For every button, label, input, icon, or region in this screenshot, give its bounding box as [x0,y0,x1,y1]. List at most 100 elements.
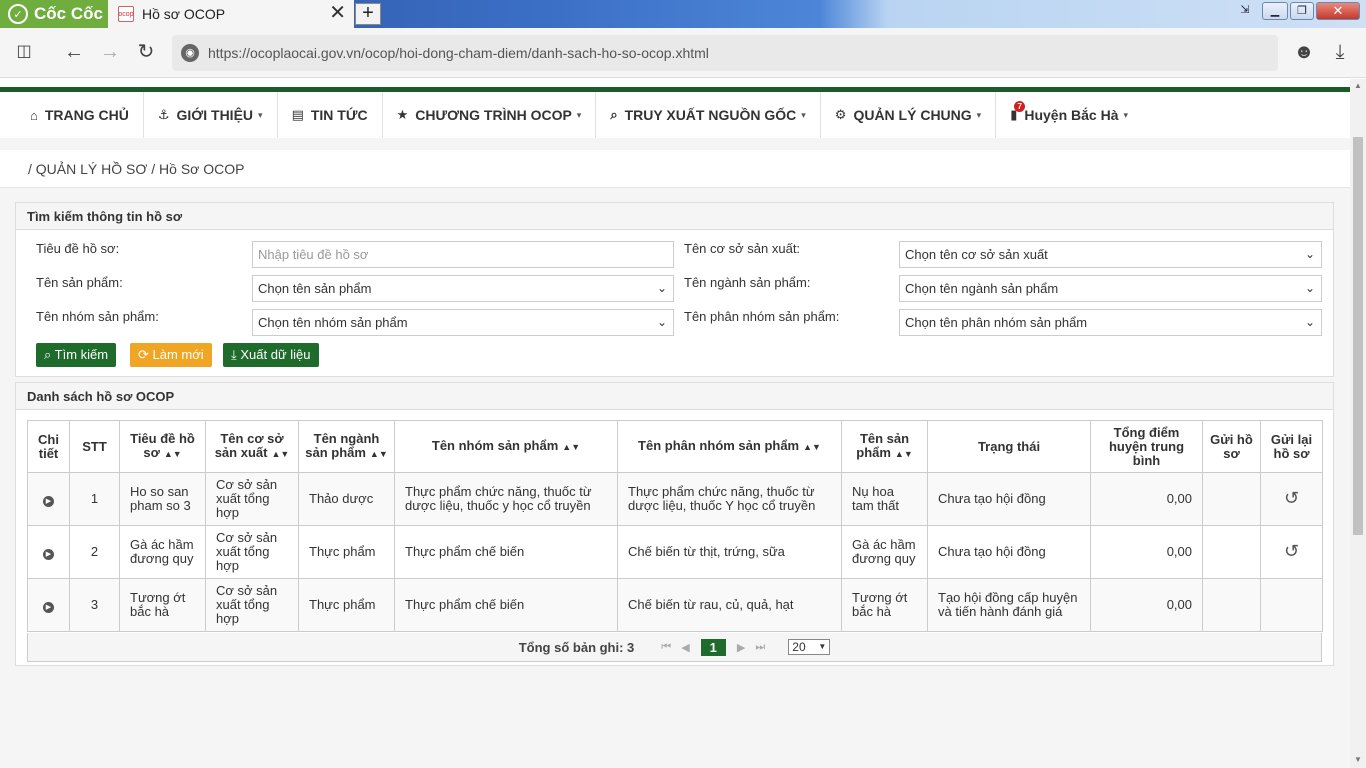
col-header-title[interactable]: Tiêu đề hồ sơ ▲▼ [119,420,206,473]
detail-cell[interactable]: ▶ [27,472,70,526]
menu-item-about[interactable]: ⚓ GIỚI THIỆU ▾ [144,92,278,138]
browser-tab[interactable]: ocop Hồ sơ OCOP ✕ [108,0,354,28]
sort-icon[interactable]: ▲▼ [271,449,289,459]
col-header-group[interactable]: Tên nhóm sản phẩm ▲▼ [394,420,618,473]
subgroup-label: Tên phân nhóm sản phẩm: [684,309,840,324]
col-header-label: Tên phân nhóm sản phẩm [638,438,800,453]
sidebar-toggle-icon[interactable]: ◫ [12,40,36,64]
minimize-button[interactable]: ▁ [1262,2,1288,20]
send-cell [1202,472,1261,526]
page-scrollbar[interactable]: ▲ ▼ [1350,79,1366,768]
chevron-down-icon: ▾ [258,109,263,120]
chevron-down-icon: ⌄ [656,281,667,295]
last-page-icon[interactable]: ⏭ [755,641,765,654]
facility-label: Tên cơ sở sản xuất: [684,241,801,256]
main-menu: ⌂ TRANG CHỦ ⚓ GIỚI THIỆU ▾ ▤ TIN TỨC ★ C… [0,92,1350,138]
table-row: ▶ 1 Ho so san pham so 3 Cơ sở sản xuất t… [27,472,1323,526]
detail-cell[interactable]: ▶ [27,578,70,632]
user-label: Huyện Bắc Hà [1024,107,1119,123]
group-label: Tên nhóm sản phẩm: [36,309,159,324]
status-cell: Chưa tạo hội đồng [927,525,1091,579]
send-cell [1202,578,1261,632]
sort-icon[interactable]: ▲▼ [562,442,580,452]
facility-select-value: Chọn tên cơ sở sản xuất [905,247,1048,262]
title-input[interactable]: Nhập tiêu đề hồ sơ [252,241,674,268]
page-size-select[interactable]: 20 ▼ [788,639,831,655]
menu-item-management[interactable]: ⚙ QUẢN LÝ CHUNG ▾ [821,92,997,138]
search-panel-title: Tìm kiếm thông tin hồ sơ [16,203,1333,230]
prev-page-icon[interactable]: ◀ [681,641,689,654]
scroll-up-icon[interactable]: ▲ [1354,81,1362,90]
first-page-icon[interactable]: ⏮ [661,641,671,654]
undo-icon[interactable]: ↺ [1284,488,1299,508]
industry-select-value: Chọn tên ngành sản phẩm [905,281,1059,296]
resend-cell [1260,578,1323,632]
menu-item-home[interactable]: ⌂ TRANG CHỦ [16,92,144,138]
next-page-icon[interactable]: ▶ [737,641,745,654]
url-field[interactable]: ◉ https://ocoplaocai.gov.vn/ocop/hoi-don… [172,35,1278,71]
new-tab-button[interactable]: + [355,3,381,25]
menu-item-user[interactable]: ▮ 7 Huyện Bắc Hà ▾ [996,92,1142,138]
undo-icon[interactable]: ↺ [1284,541,1299,561]
industry-select[interactable]: Chọn tên ngành sản phẩm ⌄ [899,275,1322,302]
product-select[interactable]: Chọn tên sản phẩm ⌄ [252,275,674,302]
subgroup-cell: Chế biến từ rau, củ, quả, hạt [617,578,842,632]
subgroup-select[interactable]: Chọn tên phân nhóm sản phẩm ⌄ [899,309,1322,336]
chevron-down-icon: ⌄ [1304,281,1315,295]
chevron-down-icon: ▾ [1123,109,1129,120]
product-select-value: Chọn tên sản phẩm [258,281,372,296]
col-header-product[interactable]: Tên sản phẩm ▲▼ [841,420,928,473]
stt-cell: 3 [69,578,120,632]
back-icon[interactable]: ← [62,40,86,64]
menu-item-news[interactable]: ▤ TIN TỨC [278,92,383,138]
restore-down-icon[interactable]: ⇲ [1236,2,1254,20]
col-header-label: Tên nhóm sản phẩm [431,438,559,453]
group-select-value: Chọn tên nhóm sản phẩm [258,315,408,330]
detail-cell[interactable]: ▶ [27,525,70,579]
group-select[interactable]: Chọn tên nhóm sản phẩm ⌄ [252,309,674,336]
expand-row-icon[interactable]: ▶ [43,601,54,613]
chevron-down-icon: ▾ [576,109,582,120]
star-icon: ★ [396,107,409,122]
col-header-subgroup[interactable]: Tên phân nhóm sản phẩm ▲▼ [617,420,842,473]
reload-icon[interactable]: ↻ [134,40,158,64]
menu-item-ocop-program[interactable]: ★ CHƯƠNG TRÌNH OCOP ▾ [383,92,597,138]
total-records: Tổng số bản ghi: 3 [518,639,635,655]
col-header-status: Trạng thái [927,420,1091,473]
expand-row-icon[interactable]: ▶ [43,548,54,560]
tab-close-icon[interactable]: ✕ [329,3,346,23]
maximize-button[interactable]: ❐ [1290,2,1314,20]
reset-button[interactable]: ⟳ Làm mới [130,343,212,367]
search-button[interactable]: ⌕ Tìm kiếm [36,343,117,367]
table-row: ▶ 2 Gà ác hầm đương quy Cơ sở sản xuất t… [27,525,1323,579]
group-cell: Thực phẩm chế biến [394,525,618,579]
forward-icon[interactable]: → [98,40,122,64]
export-button-label: Xuất dữ liệu [240,347,311,362]
scrollbar-thumb[interactable] [1353,137,1363,535]
download-icon[interactable]: ⤓ [1328,40,1352,64]
sort-icon[interactable]: ▲▼ [803,442,821,452]
facility-cell: Cơ sở sản xuất tổng hợp [205,525,299,579]
subgroup-select-value: Chọn tên phân nhóm sản phẩm [905,315,1088,330]
scroll-down-icon[interactable]: ▼ [1354,755,1362,764]
menu-label: TRANG CHỦ [44,107,129,123]
menu-item-traceability[interactable]: ⌕ TRUY XUẤT NGUỒN GỐC ▾ [596,92,821,138]
score-cell: 0,00 [1090,578,1203,632]
export-button[interactable]: ⤓ Xuất dữ liệu [223,343,319,367]
sort-icon[interactable]: ▲▼ [895,449,913,459]
close-window-button[interactable]: ✕ [1316,2,1360,20]
current-page-button[interactable]: 1 [700,638,726,656]
profile-icon[interactable]: ☻ [1292,40,1316,64]
pagination: Tổng số bản ghi: 3 ⏮ ◀ 1 ▶ ⏭ 20 ▼ [27,633,1322,662]
expand-row-icon[interactable]: ▶ [43,495,54,507]
list-panel-title: Danh sách hồ sơ OCOP [16,383,1333,410]
col-header-facility[interactable]: Tên cơ sở sản xuất ▲▼ [205,420,299,473]
sort-icon[interactable]: ▲▼ [370,449,388,459]
search-icon: ⌕ [610,107,618,122]
facility-select[interactable]: Chọn tên cơ sở sản xuất ⌄ [899,241,1322,268]
browser-brand[interactable]: ✓ Cốc Cốc [0,0,108,28]
col-header-label: Gửi lại hồ sơ [1270,431,1313,461]
sort-icon[interactable]: ▲▼ [164,449,182,459]
product-cell: Nụ hoa tam thất [841,472,928,526]
col-header-industry[interactable]: Tên ngành sản phẩm ▲▼ [298,420,395,473]
